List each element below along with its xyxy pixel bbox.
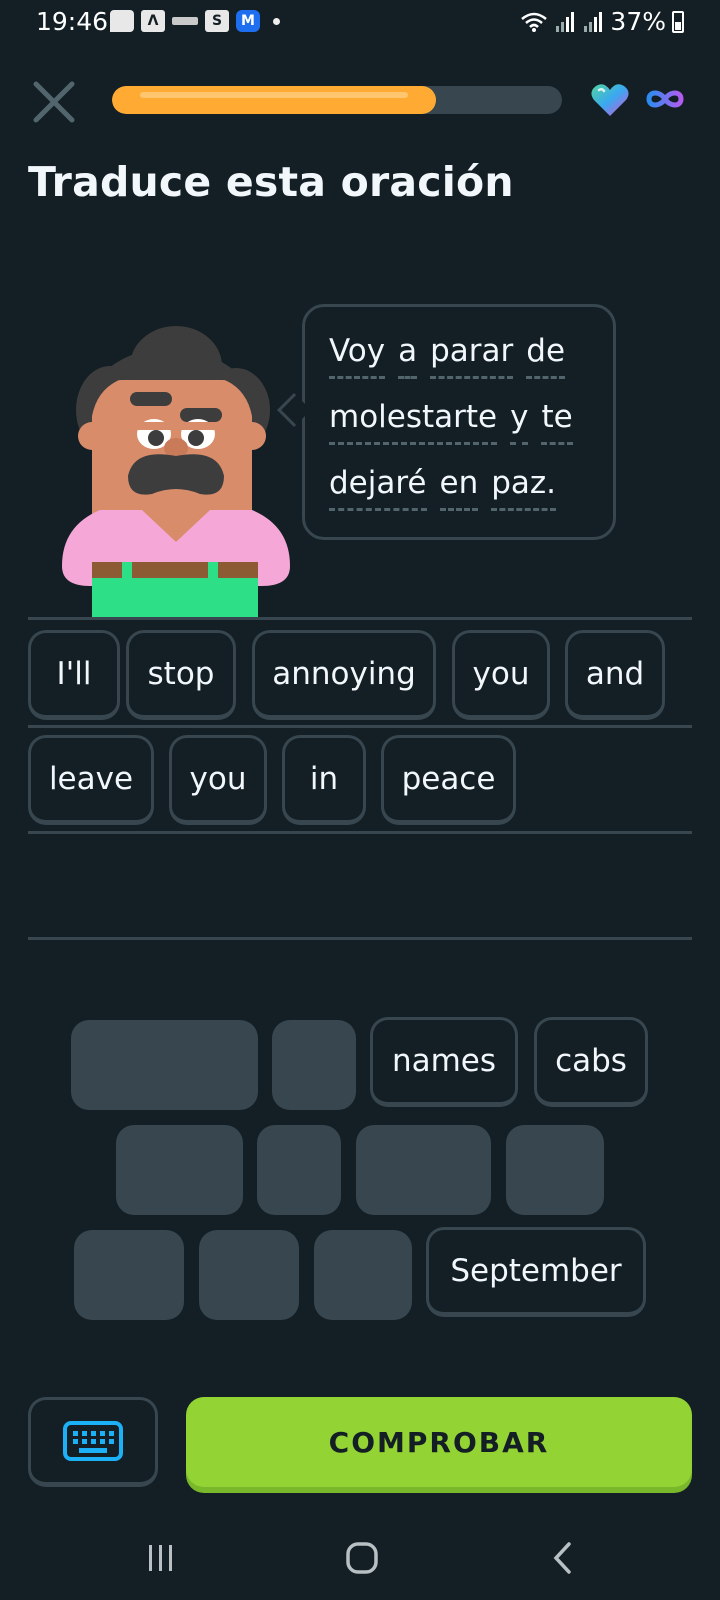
word-bank-chip-september[interactable]: September: [426, 1227, 646, 1317]
news-icon: [172, 17, 198, 25]
home-button[interactable]: [332, 1534, 392, 1582]
wifi-icon: [521, 12, 548, 32]
answer-line: [28, 725, 692, 728]
lesson-progress-bar: [112, 86, 562, 114]
answer-word-chip[interactable]: you: [452, 630, 550, 720]
bubble-word[interactable]: Voy: [329, 327, 386, 379]
character-illustration: [62, 326, 290, 620]
word-bank-placeholder: [199, 1230, 299, 1320]
recent-apps-icon: [149, 1545, 172, 1571]
status-right: 37%: [520, 7, 684, 36]
answer-word-chip[interactable]: and: [565, 630, 665, 720]
bubble-word[interactable]: parar: [430, 327, 514, 379]
signal-icon: [584, 11, 603, 32]
answer-word-chip[interactable]: peace: [381, 735, 516, 825]
heart-icon[interactable]: [590, 82, 630, 118]
close-button[interactable]: [30, 78, 78, 126]
lesson-progress-fill: [112, 86, 436, 114]
battery-icon: [672, 10, 684, 33]
bubble-word[interactable]: y: [510, 393, 529, 445]
bubble-line: molestarte y te: [329, 393, 589, 445]
speech-bubble: Voy a parar de molestarte y te dejaré en paz.: [302, 304, 616, 540]
bubble-word[interactable]: paz.: [491, 459, 557, 511]
system-nav-bar: [0, 1520, 720, 1600]
signal-icon: [556, 11, 575, 32]
keyboard-toggle-button[interactable]: [28, 1397, 158, 1487]
answer-word-chip[interactable]: I'll: [28, 630, 120, 720]
word-bank-placeholder: [314, 1230, 412, 1320]
answer-line: [28, 617, 692, 620]
a-icon: Λ: [141, 10, 165, 32]
word-bank-placeholder: [506, 1125, 604, 1215]
check-button[interactable]: COMPROBAR: [186, 1397, 692, 1487]
bubble-line: dejaré en paz.: [329, 459, 589, 511]
answer-word-chip[interactable]: in: [282, 735, 366, 825]
answer-word-chip[interactable]: annoying: [252, 630, 436, 720]
page-title: Traduce esta oración: [28, 158, 514, 206]
bubble-word[interactable]: en: [439, 459, 479, 511]
word-bank-placeholder: [356, 1125, 491, 1215]
home-icon: [346, 1542, 378, 1574]
keyboard-icon: [63, 1421, 123, 1461]
bubble-word[interactable]: molestarte: [329, 393, 498, 445]
back-button[interactable]: [533, 1534, 593, 1582]
bubble-word[interactable]: de: [526, 327, 566, 379]
bubble-line: Voy a parar de: [329, 327, 589, 379]
answer-line: [28, 831, 692, 834]
word-bank-placeholder: [71, 1020, 258, 1110]
close-icon: [33, 81, 75, 123]
more-notifications-icon: [273, 17, 280, 25]
word-bank-placeholder: [116, 1125, 243, 1215]
word-bank-placeholder: [272, 1020, 356, 1110]
m-icon: M: [236, 10, 260, 32]
status-bar: 19:46 Λ S M 37%: [0, 0, 720, 48]
word-bank-chip-names[interactable]: names: [370, 1017, 518, 1107]
answer-word-chip[interactable]: you: [169, 735, 267, 825]
bubble-word[interactable]: a: [398, 327, 418, 379]
battery-percent: 37%: [610, 7, 666, 36]
answer-word-chip[interactable]: stop: [126, 630, 236, 720]
bubble-word[interactable]: te: [541, 393, 573, 445]
infinity-icon[interactable]: [644, 86, 686, 112]
bubble-text: Voy a parar de molestarte y te dejaré en paz.: [329, 327, 589, 511]
message-icon: [110, 10, 134, 32]
word-bank-placeholder: [257, 1125, 341, 1215]
notification-icons: Λ S M: [110, 10, 280, 32]
word-bank-placeholder: [74, 1230, 184, 1320]
recent-apps-button[interactable]: [131, 1534, 191, 1582]
word-bank-chip-cabs[interactable]: cabs: [534, 1017, 648, 1107]
s-icon: S: [205, 10, 229, 32]
bubble-word[interactable]: dejaré: [329, 459, 427, 511]
answer-line: [28, 937, 692, 940]
back-icon: [553, 1542, 571, 1574]
status-time: 19:46: [36, 7, 109, 36]
answer-word-chip[interactable]: leave: [28, 735, 154, 825]
